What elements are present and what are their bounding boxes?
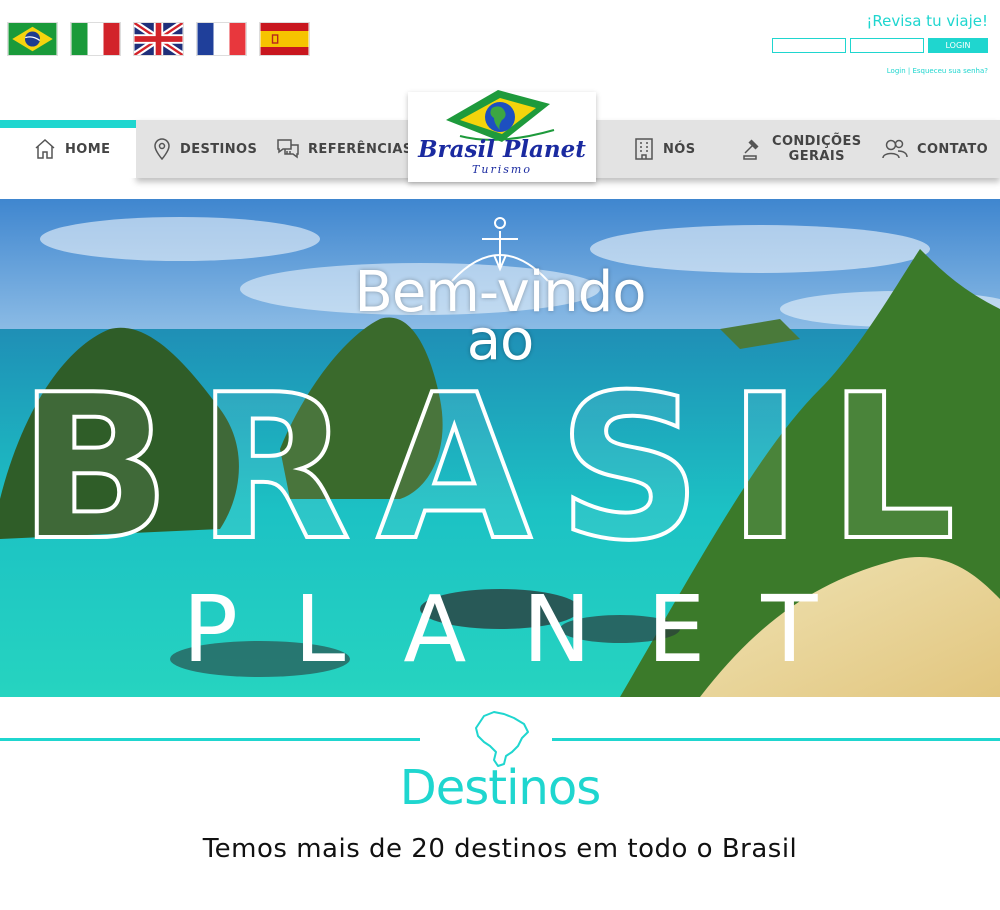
login-title: ¡Revisa tu viaje! xyxy=(866,12,988,30)
nav-item-nos[interactable]: NÓS xyxy=(633,120,696,178)
login-links: Login | Esqueceu sua senha? xyxy=(772,67,988,75)
nav-item-home[interactable]: HOME xyxy=(33,120,110,178)
destinos-subtitle: Temos mais de 20 destinos em todo o Bras… xyxy=(202,834,798,864)
hero-banner: Bem-vindo ao BRASIL PLANET xyxy=(0,199,1000,697)
logo-brand-text: Brasil Planet xyxy=(418,136,586,163)
link-separator: | xyxy=(907,67,911,75)
nav-label-referencias: REFERÊNCIAS xyxy=(308,141,413,157)
hero-planet-word: PLANET xyxy=(182,576,874,683)
brazil-flag[interactable] xyxy=(7,22,58,56)
login-link[interactable]: Login xyxy=(887,67,906,75)
section-divider-right xyxy=(552,738,1000,741)
hero-welcome-text: Bem-vindo ao xyxy=(0,265,1000,369)
location-pin-icon xyxy=(154,138,170,161)
password-input[interactable] xyxy=(850,38,924,53)
gavel-icon xyxy=(743,139,759,160)
login-form: LOGIN xyxy=(772,38,988,53)
brand-logo[interactable]: Brasil Planet Turismo xyxy=(408,90,596,182)
nav-item-destinos[interactable]: DESTINOS xyxy=(152,120,257,178)
users-icon xyxy=(882,139,908,159)
nav-label-nos: NÓS xyxy=(663,141,696,157)
france-flag[interactable] xyxy=(196,22,247,56)
nav-item-condicoes-gerais[interactable]: CONDIÇÕES GERAIS xyxy=(742,120,862,178)
section-divider-left xyxy=(0,738,420,741)
login-panel: ¡Revisa tu viaje! LOGIN Login | Esqueceu… xyxy=(772,12,988,75)
destinos-title: Destinos xyxy=(399,760,601,816)
italy-flag[interactable] xyxy=(70,22,121,56)
home-icon xyxy=(35,138,55,159)
login-button[interactable]: LOGIN xyxy=(928,38,988,53)
nav-label-home: HOME xyxy=(65,141,111,157)
spain-flag[interactable] xyxy=(259,22,310,56)
nav-label-condicoes-line2: GERAIS xyxy=(788,149,845,164)
building-icon xyxy=(635,138,653,160)
nav-label-contato: CONTATO xyxy=(917,141,989,157)
nav-item-referencias[interactable]: REFERÊNCIAS xyxy=(276,120,413,178)
chat-bubbles-icon xyxy=(277,139,299,159)
nav-label-condicoes: CONDIÇÕES GERAIS xyxy=(772,134,862,164)
logo-subtitle: Turismo xyxy=(472,163,532,176)
forgot-password-link[interactable]: Esqueceu sua senha? xyxy=(912,67,988,75)
username-input[interactable] xyxy=(772,38,846,53)
nav-label-condicoes-line1: CONDIÇÕES xyxy=(772,134,862,149)
hero-brasil-word: BRASIL xyxy=(16,352,982,585)
uk-flag[interactable] xyxy=(133,22,184,56)
nav-label-destinos: DESTINOS xyxy=(180,141,258,157)
language-selector xyxy=(7,22,310,56)
nav-item-contato[interactable]: CONTATO xyxy=(881,120,988,178)
